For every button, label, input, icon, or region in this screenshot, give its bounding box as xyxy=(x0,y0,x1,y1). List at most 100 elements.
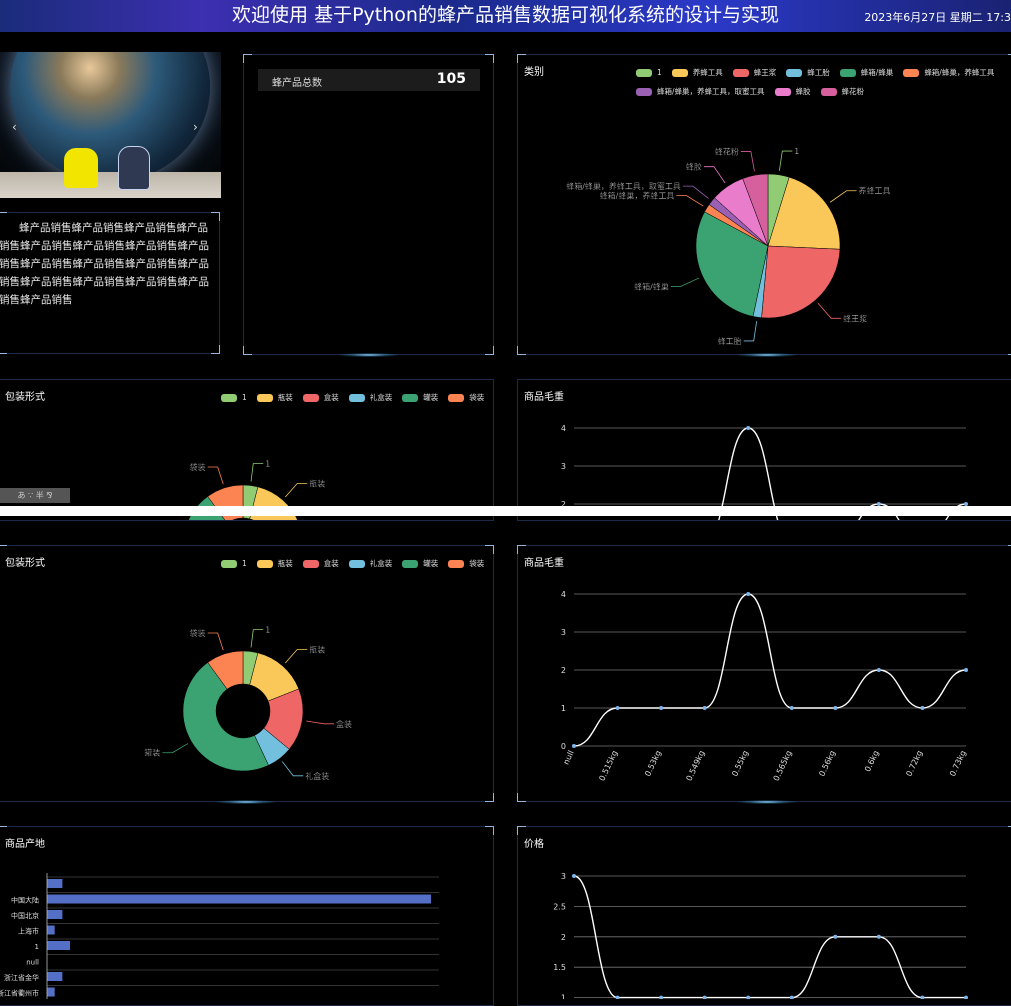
y-tick-label: 中国北京 xyxy=(11,911,39,920)
pie-label: 礼盒装 xyxy=(305,771,329,781)
data-point xyxy=(833,934,838,939)
data-point xyxy=(746,592,751,596)
pie-label: 蜂工胎 xyxy=(718,336,742,346)
pie-label: 瓶装 xyxy=(309,478,325,488)
data-point xyxy=(920,706,925,710)
stat-label: 蜂产品总数 xyxy=(272,78,322,89)
packaging-donut-chart-top: 1瓶装盒装礼盒装罐装袋装 xyxy=(188,459,325,520)
pie-label-line xyxy=(306,720,334,725)
data-point xyxy=(572,874,576,878)
bar xyxy=(47,894,431,904)
origin-panel: 商品产地 中国大陆 中国北京 上海市 1 null 浙江省金华 浙江省衢州市 xyxy=(0,826,494,1006)
x-tick-label: 0.56kg xyxy=(817,749,837,778)
pie-label: 1 xyxy=(265,460,270,469)
pie-label: 蜂王浆 xyxy=(843,313,867,323)
x-tick-label: 0.565kg xyxy=(772,749,794,782)
y-tick-label: 3 xyxy=(561,628,566,637)
data-point xyxy=(920,995,925,999)
pie-label-line xyxy=(207,466,224,485)
x-tick-label: 0.549kg xyxy=(685,749,707,782)
stat-row: 蜂产品总数 105 xyxy=(258,69,480,91)
x-tick-label: 0.55kg xyxy=(730,749,750,778)
weight-panel: 商品毛重 0 1 2 3 4 null 0.515kg 0.53kg 0.549kg 0.55kg… xyxy=(517,545,1011,804)
weight-line-chart-top: 01234 xyxy=(561,424,968,520)
data-point xyxy=(876,934,881,939)
price-panel: 价格 1 1.5 2 2.5 3 xyxy=(517,826,1011,1006)
pie-label: 蜂花粉 xyxy=(715,147,739,157)
x-tick-label: null xyxy=(561,749,575,766)
pie-slice xyxy=(761,245,841,319)
y-tick-label: 3 xyxy=(561,462,566,471)
pie-label-line xyxy=(285,483,308,498)
data-point xyxy=(964,668,968,672)
x-tick-label: 0.515kg xyxy=(597,749,619,782)
data-point xyxy=(659,995,664,999)
pie-label-line xyxy=(703,166,726,184)
data-point xyxy=(789,995,794,999)
data-point xyxy=(702,706,707,710)
data-point xyxy=(964,995,968,999)
pie-label-line xyxy=(676,195,704,207)
intro-text: 蜂产品销售蜂产品销售蜂产品销售蜂产品销售蜂产品销售蜂产品销售蜂产品销售蜂产品销售… xyxy=(0,222,209,306)
packaging-panel-top: 包装形式 1 瓶装 盒装 礼盒装 罐装 袋装 1 瓶装 盒装 礼盒装 罐装 袋装 xyxy=(0,379,494,521)
page-title: 欢迎使用 基于Python的蜂产品销售数据可视化系统的设计与实现 xyxy=(232,4,779,26)
bar xyxy=(47,910,63,919)
y-tick-label: 浙江省衢州市 xyxy=(0,989,39,998)
pie-label: 罐装 xyxy=(144,748,160,758)
pie-label-line xyxy=(162,743,189,754)
divider-band xyxy=(0,506,1011,516)
pie-label: 1 xyxy=(794,147,799,156)
pie-label-line xyxy=(207,632,224,651)
y-tick-label: 2.5 xyxy=(553,902,566,911)
pie-label-line xyxy=(740,151,755,172)
pie-label-line xyxy=(829,190,857,203)
header-datetime: 2023年6月27日 星期二 17:3 xyxy=(864,11,1011,24)
x-tick-label: 0.72kg xyxy=(904,749,924,778)
pie-label: 袋装 xyxy=(190,462,206,472)
figure-yellow-image xyxy=(64,148,98,188)
data-point xyxy=(746,995,751,999)
weight-line-chart: 0 1 2 3 4 null 0.515kg 0.53kg 0.549kg 0.55kg 0.565… xyxy=(561,590,968,782)
pie-label-line xyxy=(250,629,264,648)
pie-label-line xyxy=(682,185,709,199)
data-point xyxy=(789,706,794,710)
pie-label-line xyxy=(817,302,842,319)
figure-dark-image xyxy=(118,146,150,190)
y-tick-label: 4 xyxy=(561,424,566,433)
y-tick-label: 2 xyxy=(561,933,566,942)
packaging-donut-chart: 1 瓶装盒装礼盒装 罐装 袋装 xyxy=(144,625,352,781)
y-tick-label: 2 xyxy=(561,666,566,675)
bar xyxy=(47,987,55,997)
carousel-next-button[interactable]: › xyxy=(193,120,198,134)
data-point xyxy=(702,995,707,999)
x-tick-label: 0.53kg xyxy=(643,749,663,778)
pie-label: 袋装 xyxy=(190,628,206,638)
bar xyxy=(47,879,63,888)
y-tick-label: 浙江省金华 xyxy=(4,973,39,982)
data-point xyxy=(615,995,620,999)
bar xyxy=(47,941,71,950)
y-tick-label: 上海市 xyxy=(18,927,39,936)
data-point xyxy=(615,706,620,710)
packaging-panel: 包装形式 1 瓶装 盒装 礼盒装 罐装 袋装 1 瓶装 盒装 礼盒装 罐装 袋装 xyxy=(0,545,494,804)
data-point xyxy=(659,706,664,710)
pie-label: 1 xyxy=(265,626,270,635)
pie-label-line xyxy=(281,761,304,777)
y-tick-label: 1 xyxy=(561,704,566,713)
pie-label-line xyxy=(778,150,793,171)
y-tick-label: 3 xyxy=(561,872,566,881)
y-tick-label: 中国大陆 xyxy=(11,896,39,905)
earth-image xyxy=(10,52,210,182)
pie-label: 蜂箱/蜂巢，养蜂工具，取蜜工具 xyxy=(566,181,681,191)
x-tick-label: 0.73kg xyxy=(948,749,968,778)
carousel-prev-button[interactable]: ‹ xyxy=(12,120,17,134)
pie-label-line xyxy=(285,649,308,664)
data-point xyxy=(833,706,838,710)
pie-label-line xyxy=(250,463,264,482)
weight-panel-top: 商品毛重 01234 xyxy=(517,379,1011,521)
text-thumbnail: あ ∵ 半 ⅋ xyxy=(0,488,70,503)
intro-panel: 蜂产品销售蜂产品销售蜂产品销售蜂产品销售蜂产品销售蜂产品销售蜂产品销售蜂产品销售… xyxy=(0,212,220,354)
pie-label: 蜂箱/蜂巢 xyxy=(634,281,669,291)
image-carousel[interactable]: ‹ › xyxy=(0,52,221,198)
data-point xyxy=(876,668,881,672)
